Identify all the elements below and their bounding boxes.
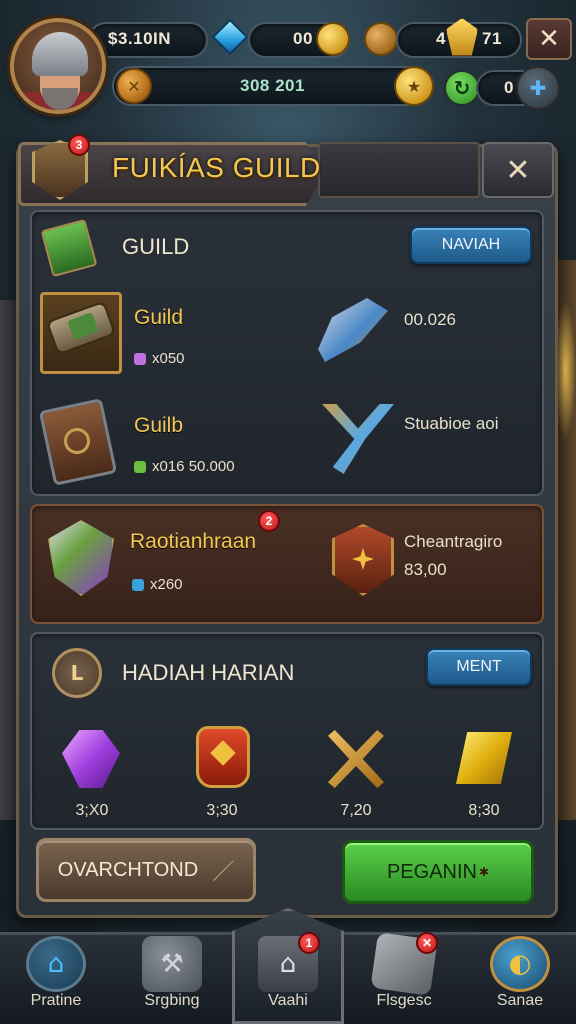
resource-4-value: 71	[482, 29, 502, 48]
nav-quest-badge: ✕	[416, 932, 438, 954]
item-1-right: 00.026	[404, 310, 456, 329]
featured-right-2: 83,00	[404, 560, 447, 579]
player-avatar[interactable]	[10, 18, 106, 114]
featured-right-1: Cheantragiro	[404, 532, 503, 551]
item-1-sub: x050	[134, 350, 185, 367]
xp-value: 308 201	[240, 76, 305, 95]
pencil-icon: ／	[212, 859, 235, 884]
item-2-sub-value: x016 50.000	[152, 458, 235, 475]
nav-item-world[interactable]: ◐ Sanae	[464, 932, 576, 1024]
featured-name: Raotianhraan	[130, 530, 257, 553]
emblem-notification-badge: 3	[68, 134, 90, 156]
item-1-name: Guild	[134, 306, 184, 329]
gem-icon[interactable]	[211, 18, 249, 56]
resource-5-value: 0	[504, 78, 514, 97]
item-1-sub-value: x050	[152, 350, 185, 367]
item-2-sub: x016 50.000	[134, 458, 235, 475]
nav-label-forge: Srgbing	[144, 992, 200, 1009]
secondary-action-label: OVARCHTOND	[57, 858, 199, 881]
reward-2-label: 3;30	[206, 802, 238, 819]
nav-label-world: Sanae	[496, 992, 544, 1009]
blue-mini-gem-icon	[132, 579, 144, 592]
featured-badge: 2	[258, 510, 280, 532]
panel-title: FUIKÍAS GUILD	[112, 152, 321, 183]
avatar-helmet	[32, 32, 88, 76]
bronze-coin-icon	[364, 22, 398, 56]
add-resource-icon[interactable]: ✚	[516, 66, 560, 110]
daily-section-title: HADIAH HARIAN	[122, 660, 295, 685]
featured-sub: x260	[132, 576, 183, 593]
guild-navigate-button[interactable]: NAVIAH	[410, 226, 532, 264]
panel-title-tab-right	[318, 142, 480, 198]
nav-item-quest[interactable]: ✕ Flsgesc	[348, 932, 460, 1024]
item-2-name: Guilb	[134, 414, 184, 437]
nav-tower-badge: 1	[298, 932, 320, 954]
reward-3-label: 7,20	[340, 802, 372, 819]
anvil-icon: ⚒	[142, 936, 202, 992]
panel-close-button[interactable]: ✕	[482, 142, 554, 198]
globe-icon: ◐	[490, 936, 550, 992]
nav-label-tower: Vaahi	[268, 992, 308, 1009]
resource-2-value: 00	[293, 29, 313, 48]
crossed-swords-icon: ✕	[116, 68, 152, 104]
rank-star-icon: ★	[394, 66, 434, 106]
nav-item-forge[interactable]: ⚒ Srgbing	[116, 932, 228, 1024]
green-mini-gem-icon	[134, 461, 146, 474]
item-2-right: Stuabioe aoi	[404, 414, 499, 433]
panel-close-icon: ✕	[505, 152, 531, 188]
refresh-icon[interactable]: ↻	[444, 70, 480, 106]
gold-coin-icon	[316, 22, 350, 56]
clock-icon: L	[52, 648, 102, 698]
reward-1-label: 3;X0	[75, 802, 109, 819]
hud-close-button[interactable]: ✕	[526, 18, 572, 60]
resource-3-value: 4	[436, 29, 446, 48]
nav-item-home[interactable]: ⌂ Pratine	[0, 932, 112, 1024]
guild-section-title: GUILD	[122, 234, 190, 259]
primary-action-button[interactable]: PEGANIN ✱	[342, 840, 534, 904]
purple-mini-gem-icon	[134, 353, 146, 366]
sparkle-icon: ✱	[478, 865, 490, 879]
resource-1-value: $3.10IN	[108, 29, 172, 48]
primary-action-label: PEGANIN	[386, 860, 477, 883]
daily-menu-button[interactable]: MENT	[426, 648, 532, 686]
hud-close-icon: ✕	[538, 24, 560, 54]
nav-label-quest: Flsgesc	[376, 992, 432, 1009]
reward-4-label: 8;30	[468, 802, 500, 819]
featured-sub-value: x260	[150, 576, 183, 593]
home-icon: ⌂	[26, 936, 86, 992]
nav-item-tower[interactable]: ⌂ 1 Vaahi	[232, 932, 344, 1024]
nav-label-home: Pratine	[30, 992, 82, 1009]
secondary-action-button[interactable]: OVARCHTOND ／	[36, 838, 256, 902]
